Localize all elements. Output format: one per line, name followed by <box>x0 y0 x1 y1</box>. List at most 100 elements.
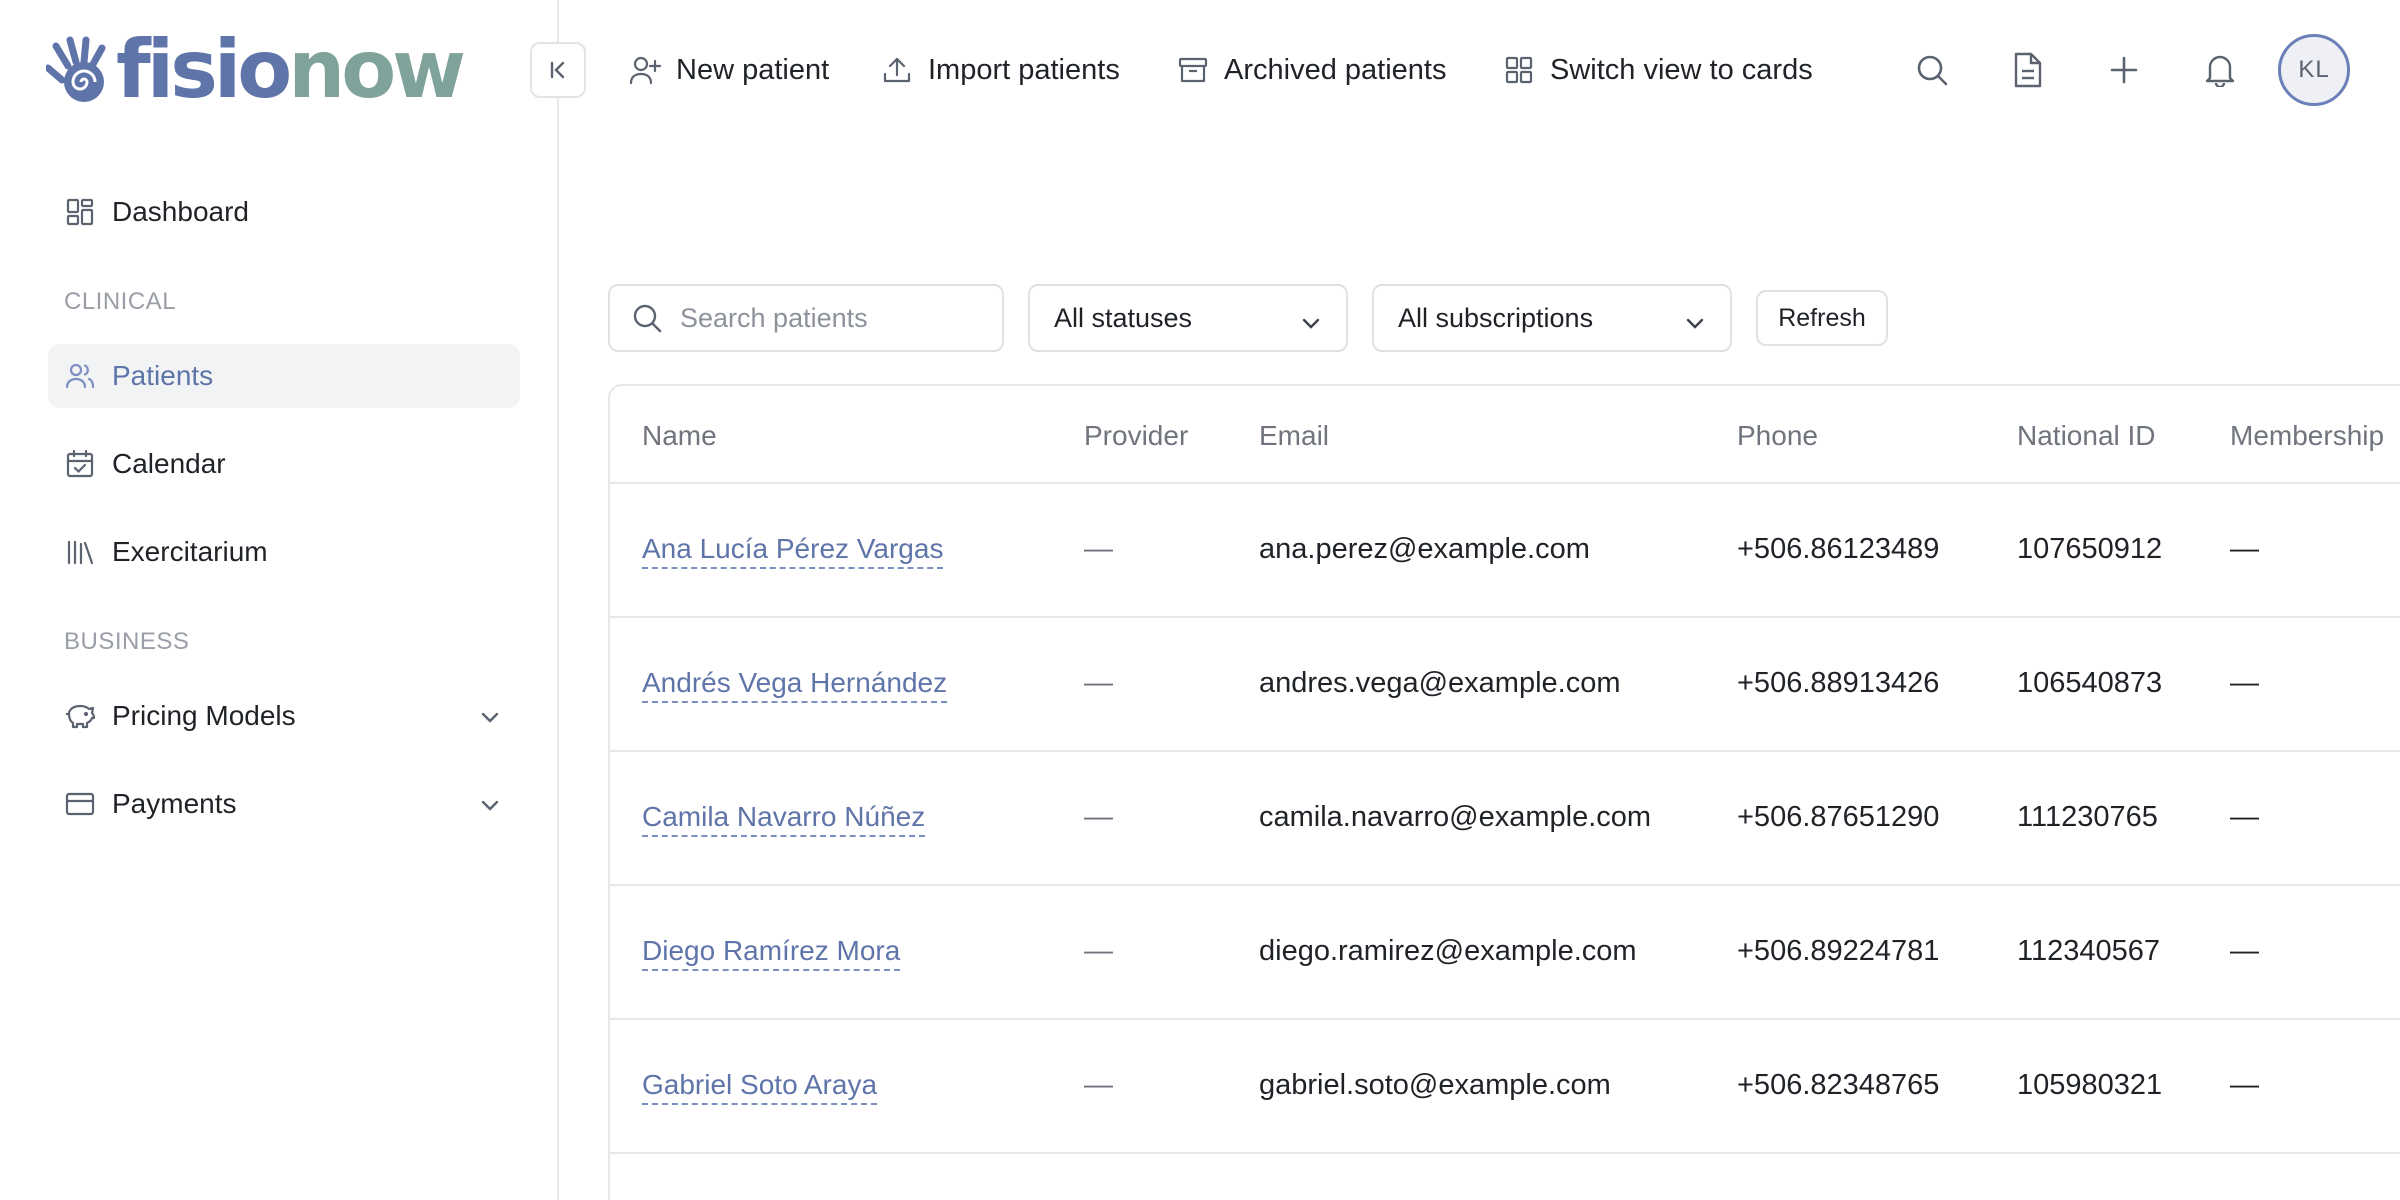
email-cell: ana.perez@example.com <box>1259 533 1590 565</box>
chevron-down-icon <box>1684 310 1706 341</box>
app-root: fisionow Dashboard CLINICAL Patients Cal… <box>0 0 2400 1200</box>
import-patients-label: Import patients <box>928 53 1120 86</box>
sidebar-item-pricing-models[interactable]: Pricing Models <box>48 684 520 748</box>
sidebar: fisionow Dashboard CLINICAL Patients Cal… <box>0 0 559 1200</box>
phone-cell: +506.87651290 <box>1737 801 1940 833</box>
column-header-email[interactable]: Email <box>1259 420 1329 452</box>
patient-name-link[interactable]: Camila Navarro Núñez <box>642 801 926 837</box>
brand-wordmark-part2: now <box>288 23 466 116</box>
status-filter-select[interactable]: All statuses <box>1028 284 1348 352</box>
table-header-row: Name Provider Email Phone National ID Me… <box>610 386 2400 484</box>
sidebar-item-dashboard[interactable]: Dashboard <box>48 180 520 244</box>
column-header-national-id[interactable]: National ID <box>2017 420 2156 452</box>
national-id-cell: 112340567 <box>2017 935 2161 967</box>
new-patient-label: New patient <box>676 53 830 86</box>
phone-cell: +506.89224781 <box>1737 935 1940 967</box>
library-icon <box>64 536 96 568</box>
sidebar-item-label: Exercitarium <box>112 536 268 567</box>
column-header-provider[interactable]: Provider <box>1084 420 1188 452</box>
national-id-cell: 106540873 <box>2017 667 2163 699</box>
calendar-check-icon <box>64 448 96 480</box>
email-cell: camila.navarro@example.com <box>1259 801 1652 833</box>
column-header-membership[interactable]: Membership <box>2230 420 2384 452</box>
sidebar-item-label: Patients <box>112 360 214 391</box>
chevron-down-icon <box>478 792 502 824</box>
brand-wordmark-part1: fisio <box>116 23 292 116</box>
national-id-cell: 105980321 <box>2017 1069 2163 1101</box>
search-icon <box>633 304 662 333</box>
switch-view-button[interactable]: Switch view to cards <box>1502 48 1813 92</box>
table-row[interactable]: Ana Lucía Pérez Vargas — ana.perez@examp… <box>610 484 2400 618</box>
bell-icon[interactable] <box>2200 50 2240 90</box>
sidebar-item-patients[interactable]: Patients <box>48 344 520 408</box>
subscription-filter-select[interactable]: All subscriptions <box>1372 284 1732 352</box>
national-id-cell: 107650912 <box>2017 533 2163 565</box>
archived-patients-button[interactable]: Archived patients <box>1176 48 1446 92</box>
grid-icon <box>1502 53 1536 87</box>
patient-name-link[interactable]: Andrés Vega Hernández <box>642 667 948 703</box>
switch-view-label: Switch view to cards <box>1550 53 1813 86</box>
column-header-name[interactable]: Name <box>642 420 717 452</box>
sidebar-item-label: Dashboard <box>112 196 249 227</box>
piggy-bank-icon <box>64 700 96 732</box>
column-header-phone[interactable]: Phone <box>1737 420 1818 452</box>
upload-icon <box>880 53 914 87</box>
membership-cell: — <box>2230 533 2259 565</box>
user-avatar[interactable]: KL <box>2278 34 2350 106</box>
membership-cell: — <box>2230 1069 2259 1101</box>
membership-cell: — <box>2230 801 2259 833</box>
phone-cell: +506.86123489 <box>1737 533 1940 565</box>
table-row[interactable]: Camila Navarro Núñez — camila.navarro@ex… <box>610 752 2400 886</box>
email-cell: andres.vega@example.com <box>1259 667 1621 699</box>
sidebar-item-label: Payments <box>112 788 237 819</box>
email-cell: gabriel.soto@example.com <box>1259 1069 1611 1101</box>
sidebar-item-exercitarium[interactable]: Exercitarium <box>48 520 520 584</box>
dashboard-icon <box>64 196 96 228</box>
provider-cell: — <box>1084 667 1113 699</box>
patient-name-link[interactable]: Ana Lucía Pérez Vargas <box>642 533 944 569</box>
search-icon[interactable] <box>1912 50 1952 90</box>
subscription-filter-value: All subscriptions <box>1398 302 1594 333</box>
refresh-button[interactable]: Refresh <box>1756 290 1888 346</box>
brand-logo[interactable]: fisionow <box>46 30 466 110</box>
national-id-cell: 111230765 <box>2017 801 2158 833</box>
sidebar-item-label: Calendar <box>112 448 226 479</box>
search-input[interactable] <box>680 302 980 334</box>
patient-name-link[interactable]: Gabriel Soto Araya <box>642 1069 878 1105</box>
brand-wordmark: fisionow <box>116 30 466 110</box>
membership-cell: — <box>2230 935 2259 967</box>
provider-cell: — <box>1084 1069 1113 1101</box>
table-row[interactable]: Andrés Vega Hernández — andres.vega@exam… <box>610 618 2400 752</box>
table-row[interactable]: Diego Ramírez Mora — diego.ramirez@examp… <box>610 886 2400 1020</box>
collapse-sidebar-button[interactable] <box>530 42 586 98</box>
provider-cell: — <box>1084 801 1113 833</box>
user-plus-icon <box>628 53 662 87</box>
patient-name-link[interactable]: Diego Ramírez Mora <box>642 935 901 971</box>
chevron-down-icon <box>1300 310 1322 341</box>
plus-icon[interactable] <box>2104 50 2144 90</box>
provider-cell: — <box>1084 533 1113 565</box>
chevron-down-icon <box>478 704 502 736</box>
sidebar-item-calendar[interactable]: Calendar <box>48 432 520 496</box>
table-row[interactable]: Gabriel Soto Araya — gabriel.soto@exampl… <box>610 1020 2400 1154</box>
sidebar-item-label: Pricing Models <box>112 700 296 731</box>
search-patients-field[interactable] <box>608 284 1004 352</box>
import-patients-button[interactable]: Import patients <box>880 48 1120 92</box>
phone-cell: +506.88913426 <box>1737 667 1940 699</box>
credit-card-icon <box>64 788 96 820</box>
hand-spiral-logo-icon <box>46 36 106 102</box>
patients-table: Name Provider Email Phone National ID Me… <box>608 384 2400 1200</box>
document-icon[interactable] <box>2008 50 2048 90</box>
section-label-business: BUSINESS <box>64 628 190 655</box>
status-filter-value: All statuses <box>1054 302 1193 333</box>
archive-icon <box>1176 53 1210 87</box>
archived-patients-label: Archived patients <box>1224 53 1447 86</box>
sidebar-item-payments[interactable]: Payments <box>48 772 520 836</box>
users-icon <box>64 360 96 392</box>
new-patient-button[interactable]: New patient <box>628 48 829 92</box>
phone-cell: +506.82348765 <box>1737 1069 1940 1101</box>
collapse-left-icon <box>550 61 565 79</box>
provider-cell: — <box>1084 935 1113 967</box>
section-label-clinical: CLINICAL <box>64 288 177 315</box>
membership-cell: — <box>2230 667 2259 699</box>
